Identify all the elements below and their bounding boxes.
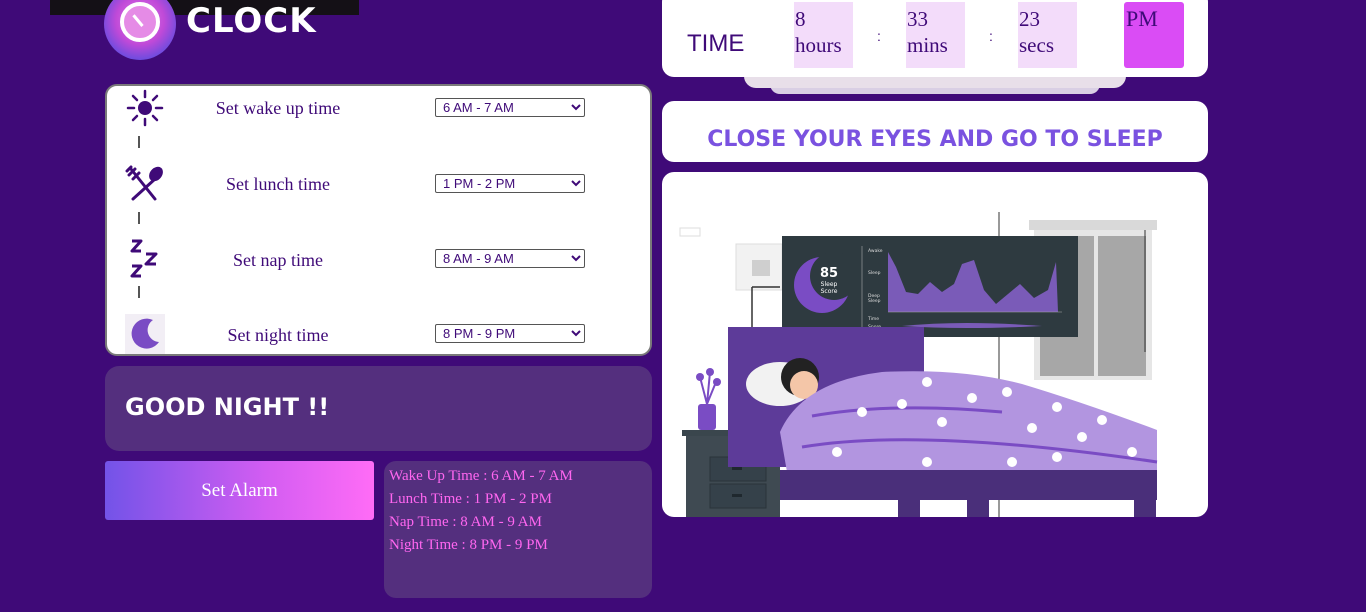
night-select[interactable]: 8 PM - 9 PM [435,324,585,343]
schedule-summary: Wake Up Time : 6 AM - 7 AM Lunch Time : … [384,461,652,598]
secs-unit: secs [1019,33,1054,57]
svg-text:Sleep: Sleep [868,270,881,276]
moon-icon [125,314,165,354]
wake-up-label: Set wake up time [215,98,341,118]
mins-unit: mins [907,33,948,57]
svg-text:Score: Score [821,288,838,295]
ampm-indicator: PM [1124,2,1184,68]
connector-line [138,136,140,148]
hours-value: 8 [795,7,806,31]
svg-text:Sleep: Sleep [868,298,881,304]
mins-value: 33 [907,7,928,31]
summary-lunch: Lunch Time : 1 PM - 2 PM [389,491,552,507]
nap-select[interactable]: 8 AM - 9 AM [435,249,585,268]
summary-night: Night Time : 8 PM - 9 PM [389,537,548,553]
wake-up-select[interactable]: 6 AM - 7 AM [435,98,585,117]
secs-box: 23 secs [1018,2,1077,68]
routine-settings-card: Set wake up time 6 AM - 7 AM Set lunch t… [105,84,652,356]
fork-spoon-icon [125,164,165,204]
wake-up-row: Set wake up time 6 AM - 7 AM [107,88,650,148]
time-display-card: TIME 8 hours : 33 mins : 23 secs PM [662,0,1208,77]
hours-unit: hours [795,33,842,57]
svg-text:Time: Time [867,316,879,322]
time-separator: : [989,28,993,44]
summary-wake: Wake Up Time : 6 AM - 7 AM [389,468,573,484]
set-alarm-button[interactable]: Set Alarm [105,461,374,520]
message-text: CLOSE YOUR EYES AND GO TO SLEEP [707,127,1163,152]
connector-line [138,212,140,224]
zzz-icon [125,239,165,279]
mins-box: 33 mins [906,2,965,68]
night-label: Set night time [227,325,329,345]
app-title: CLOCK [186,1,317,41]
summary-nap: Nap Time : 8 AM - 9 AM [389,514,542,530]
lunch-row: Set lunch time 1 PM - 2 PM [107,164,650,224]
night-row: Set night time 8 PM - 9 PM [107,314,650,374]
greeting-text: GOOD NIGHT !! [125,393,330,421]
sleep-illustration: 85 Sleep Score Awake Sleep Deep Sleep Ti… [662,172,1208,517]
sun-icon [125,88,165,128]
hours-box: 8 hours [794,2,853,68]
clock-logo-icon [104,0,176,60]
svg-text:Sleep: Sleep [821,281,838,288]
lunch-select[interactable]: 1 PM - 2 PM [435,174,585,193]
clock-card-shadow [744,76,1126,88]
connector-line [138,286,140,298]
lunch-label: Set lunch time [226,174,330,194]
svg-text:Awake: Awake [868,248,883,254]
time-label: TIME [687,30,745,57]
sleep-score: 85 [820,266,838,281]
sleeping-person-illustration: 85 Sleep Score Awake Sleep Deep Sleep Ti… [679,212,1158,517]
message-card: CLOSE YOUR EYES AND GO TO SLEEP [662,101,1208,162]
time-separator: : [877,28,881,44]
nap-row: Set nap time 8 AM - 9 AM [107,239,650,299]
nap-label: Set nap time [233,250,323,270]
greeting-panel: GOOD NIGHT !! [105,366,652,451]
secs-value: 23 [1019,7,1040,31]
